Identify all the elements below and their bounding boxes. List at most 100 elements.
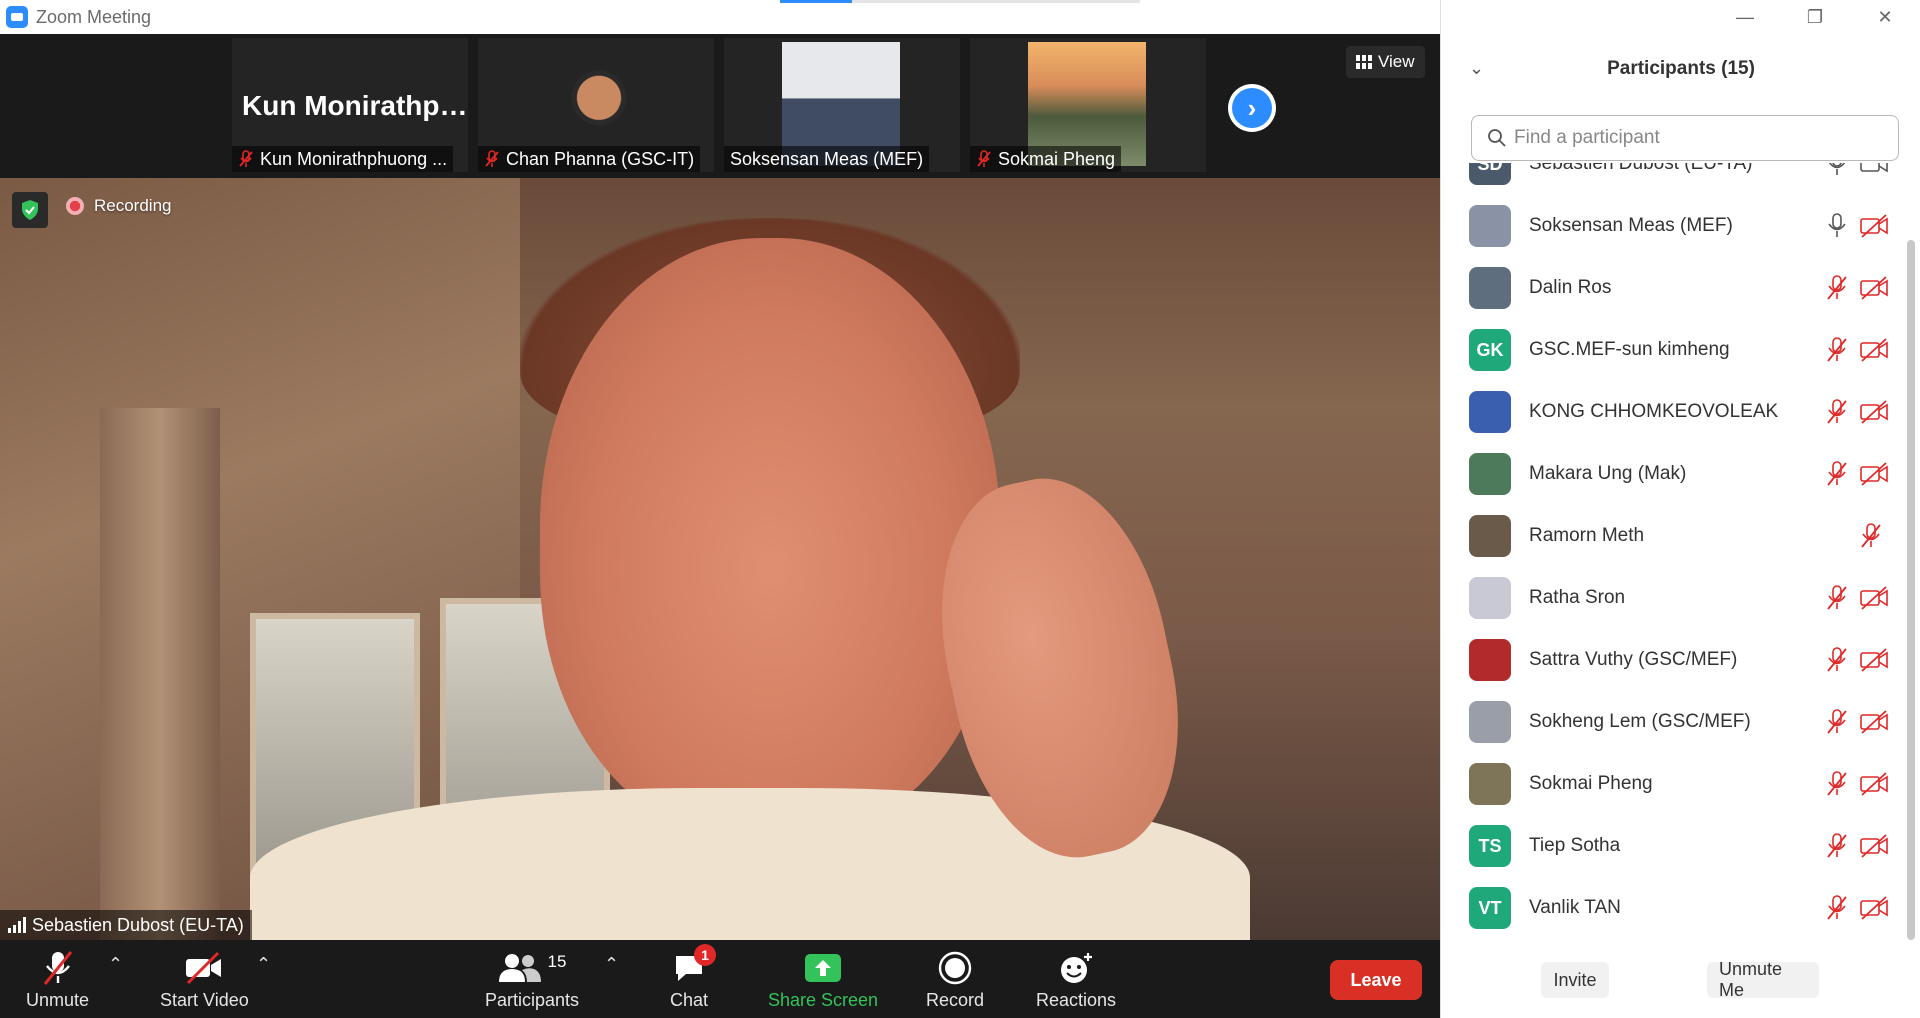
next-page-button[interactable]: › <box>1228 84 1276 132</box>
participant-thumb[interactable]: Chan Phanna (GSC-IT) <box>478 38 714 172</box>
participant-row[interactable]: Sokheng Lem (GSC/MEF) <box>1441 691 1901 753</box>
mic-muted-icon[interactable] <box>1825 709 1849 735</box>
participant-name: Makara Ung (Mak) <box>1529 463 1687 484</box>
thumb-label: Sokmai Pheng <box>970 146 1122 172</box>
avatar <box>1469 763 1511 805</box>
participant-name: Ratha Sron <box>1529 587 1626 608</box>
mic-muted-icon[interactable] <box>1825 895 1849 921</box>
reactions-label: Reactions <box>1036 990 1117 1010</box>
active-speaker-video[interactable]: Recording Sebastien Dubost (EU-TA) <box>0 178 1440 940</box>
avatar <box>1469 453 1511 495</box>
avatar <box>1469 515 1511 557</box>
camera-off-icon[interactable] <box>1859 337 1889 363</box>
mic-muted-icon[interactable] <box>1825 275 1849 301</box>
search-placeholder: Find a participant <box>1514 127 1660 148</box>
participant-row[interactable]: Ratha Sron <box>1441 567 1901 629</box>
start-video-button[interactable]: Start Video <box>160 948 249 1011</box>
unmute-me-button[interactable]: Unmute Me <box>1707 959 1819 1000</box>
video-curtain <box>100 408 220 940</box>
avatar: VT <box>1469 887 1511 929</box>
video-options-caret-icon[interactable]: ⌃ <box>256 954 271 975</box>
participants-button[interactable]: 15 Participants <box>482 948 582 1011</box>
mic-muted-icon[interactable] <box>1825 771 1849 797</box>
mic-muted-icon[interactable] <box>1825 337 1849 363</box>
participant-list-scrollbar[interactable] <box>1907 240 1915 940</box>
participant-row[interactable]: GK GSC.MEF-sun kimheng <box>1441 319 1901 381</box>
participant-name: Dalin Ros <box>1529 277 1612 298</box>
avatar <box>1469 267 1511 309</box>
camera-off-icon[interactable] <box>1859 647 1889 673</box>
participant-thumb[interactable]: Sokmai Pheng <box>970 38 1206 172</box>
camera-off-icon[interactable] <box>1859 771 1889 797</box>
mic-muted-icon[interactable] <box>1859 523 1883 549</box>
mic-muted-icon[interactable] <box>1825 585 1849 611</box>
share-screen-icon <box>804 948 842 988</box>
mic-muted-icon[interactable] <box>1825 461 1849 487</box>
participants-options-caret-icon[interactable]: ⌃ <box>604 954 619 975</box>
share-screen-button[interactable]: Share Screen <box>768 948 878 1011</box>
participant-name: GSC.MEF-sun kimheng <box>1529 339 1730 360</box>
camera-icon[interactable] <box>1859 163 1889 177</box>
avatar <box>1469 205 1511 247</box>
recording-indicator[interactable]: Recording <box>66 196 172 216</box>
camera-off-icon[interactable] <box>1859 895 1889 921</box>
invite-button[interactable]: Invite <box>1541 962 1609 998</box>
speaker-name-label: Sebastien Dubost (EU-TA) <box>0 910 252 940</box>
reactions-button[interactable]: Reactions <box>1036 948 1116 1011</box>
camera-off-icon[interactable] <box>1859 461 1889 487</box>
audio-options-caret-icon[interactable]: ⌃ <box>108 954 123 975</box>
participant-row[interactable]: Ramorn Meth <box>1441 505 1901 567</box>
avatar: GK <box>1469 329 1511 371</box>
mic-muted-icon <box>485 150 499 167</box>
mic-muted-icon[interactable] <box>1825 833 1849 859</box>
title-bar: Zoom Meeting <box>0 0 1440 34</box>
mic-muted-icon[interactable] <box>1825 647 1849 673</box>
participant-row[interactable]: KONG CHHOMKEOVOLEAK <box>1441 381 1901 443</box>
minimize-icon[interactable]: — <box>1710 0 1780 34</box>
view-button[interactable]: View <box>1346 46 1425 78</box>
window-controls: — ❐ ✕ <box>1710 0 1920 34</box>
participant-search-input[interactable]: Find a participant <box>1471 115 1899 161</box>
mic-icon[interactable] <box>1825 213 1849 239</box>
avatar: TS <box>1469 825 1511 867</box>
restore-icon[interactable]: ❐ <box>1780 0 1850 34</box>
participant-name: Vanlik TAN <box>1529 897 1621 918</box>
participant-name: Tiep Sotha <box>1529 835 1621 856</box>
thumb-name: Sokmai Pheng <box>998 148 1116 169</box>
mic-muted-icon[interactable] <box>1825 399 1849 425</box>
participant-row[interactable]: SD Sebastien Dubost (EU-TA) <box>1441 163 1901 195</box>
participant-row[interactable]: VT Vanlik TAN <box>1441 877 1901 939</box>
camera-off-icon[interactable] <box>1859 213 1889 239</box>
camera-off-icon[interactable] <box>1859 399 1889 425</box>
record-button[interactable]: Record <box>926 948 984 1011</box>
avatar <box>1469 701 1511 743</box>
camera-off-icon[interactable] <box>1859 709 1889 735</box>
window-title: Zoom Meeting <box>36 6 152 27</box>
security-shield-icon[interactable] <box>12 192 48 228</box>
panel-footer: Invite Unmute Me <box>1441 959 1920 1002</box>
zoom-logo-icon <box>6 6 28 28</box>
camera-off-icon[interactable] <box>1859 585 1889 611</box>
camera-off-icon[interactable] <box>1859 275 1889 301</box>
participant-row[interactable]: Dalin Ros <box>1441 257 1901 319</box>
participant-name: KONG CHHOMKEOVOLEAK <box>1529 401 1779 422</box>
chat-icon: 1 <box>672 944 717 988</box>
participant-row[interactable]: Sattra Vuthy (GSC/MEF) <box>1441 629 1901 691</box>
participant-thumb[interactable]: Soksensan Meas (MEF) <box>724 38 960 172</box>
leave-button[interactable]: Leave <box>1330 960 1422 1000</box>
participant-row[interactable]: TS Tiep Sotha <box>1441 815 1901 877</box>
camera-off-icon[interactable] <box>1859 833 1889 859</box>
participants-label: Participants <box>484 990 580 1010</box>
participant-thumb[interactable]: Kun Monirathp… Kun Monirathphuong ... <box>232 38 468 172</box>
participant-row[interactable]: Sokmai Pheng <box>1441 753 1901 815</box>
mic-muted-icon <box>977 150 991 167</box>
search-icon <box>1488 129 1506 147</box>
thumb-name: Chan Phanna (GSC-IT) <box>506 148 695 169</box>
mic-icon[interactable] <box>1825 163 1849 177</box>
close-icon[interactable]: ✕ <box>1850 0 1920 34</box>
participant-row[interactable]: Makara Ung (Mak) <box>1441 443 1901 505</box>
participant-row[interactable]: Soksensan Meas (MEF) <box>1441 195 1901 257</box>
unmute-button[interactable]: Unmute <box>26 948 89 1011</box>
chat-button[interactable]: 1 Chat <box>670 944 717 1011</box>
meeting-toolbar: Unmute ⌃ Start Video ⌃ 15 Participants ⌃… <box>0 940 1440 1018</box>
